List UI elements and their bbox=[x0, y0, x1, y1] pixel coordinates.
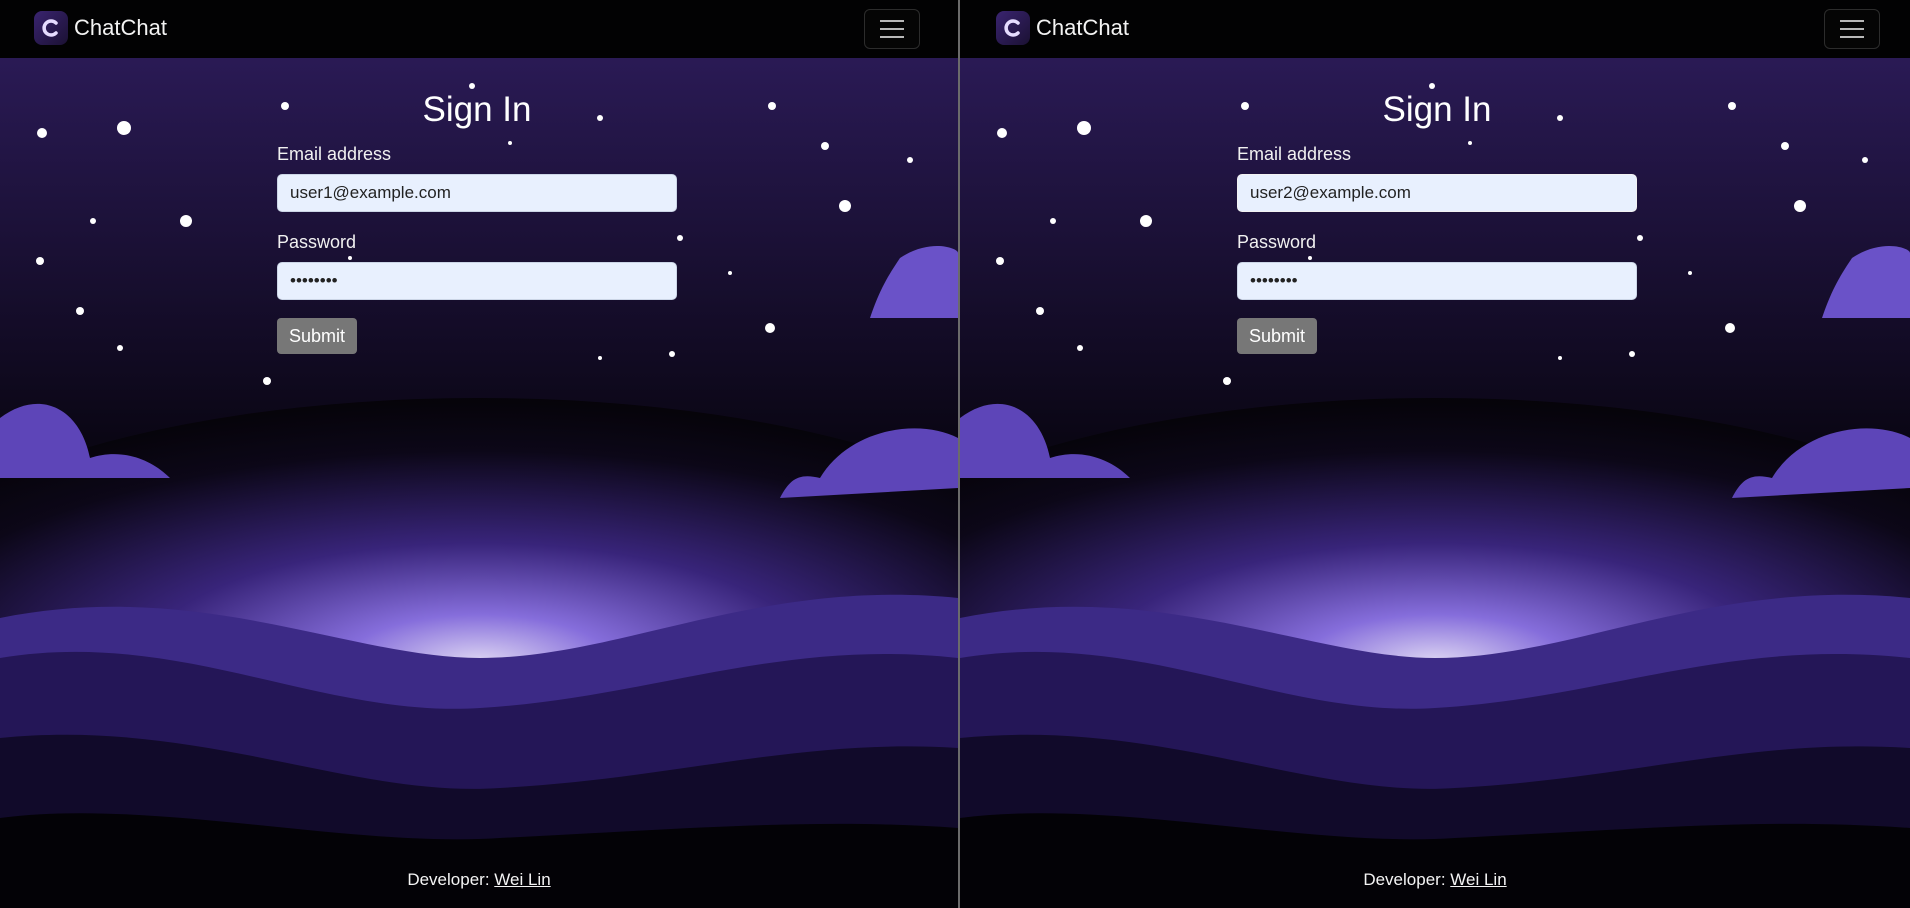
sign-in-form: Sign In Email address user1@example.com … bbox=[277, 88, 677, 354]
submit-button[interactable]: Submit bbox=[277, 318, 358, 354]
sign-in-form: Sign In Email address user2@example.com … bbox=[1237, 88, 1637, 354]
password-field[interactable]: •••••••• bbox=[1237, 262, 1637, 300]
chatchat-logo-icon bbox=[996, 11, 1030, 45]
navbar-toggle-button[interactable] bbox=[864, 9, 920, 49]
chatchat-logo-icon bbox=[34, 11, 68, 45]
top-navbar: ChatChat bbox=[0, 0, 958, 58]
brand-name: ChatChat bbox=[74, 15, 167, 40]
email-field[interactable]: user2@example.com bbox=[1237, 174, 1637, 212]
email-label: Email address bbox=[1237, 144, 1352, 164]
footer-prefix: Developer: bbox=[1363, 870, 1451, 889]
developer-link[interactable]: Wei Lin bbox=[494, 870, 550, 889]
developer-link[interactable]: Wei Lin bbox=[1450, 870, 1506, 889]
top-navbar: ChatChat bbox=[960, 0, 1910, 58]
email-label: Email address bbox=[277, 144, 392, 164]
right-browser-pane: ChatChat Sign In Email address user2@exa… bbox=[958, 0, 1910, 908]
split-screen: ChatChat Sign In Email address user1@exa… bbox=[0, 0, 1910, 908]
brand[interactable]: ChatChat bbox=[34, 10, 167, 46]
brand-name: ChatChat bbox=[1036, 15, 1129, 40]
brand[interactable]: ChatChat bbox=[996, 10, 1129, 46]
page-title: Sign In bbox=[1382, 90, 1492, 129]
hamburger-menu-icon bbox=[880, 20, 904, 22]
page-title: Sign In bbox=[422, 90, 532, 129]
password-field[interactable]: •••••••• bbox=[277, 262, 677, 300]
footer: Developer: Wei Lin bbox=[0, 870, 958, 890]
password-label: Password bbox=[1237, 232, 1317, 252]
navbar-toggle-button[interactable] bbox=[1824, 9, 1880, 49]
footer: Developer: Wei Lin bbox=[960, 870, 1910, 890]
footer-prefix: Developer: bbox=[407, 870, 495, 889]
left-browser-pane: ChatChat Sign In Email address user1@exa… bbox=[0, 0, 958, 908]
hamburger-menu-icon bbox=[1840, 20, 1864, 22]
email-field[interactable]: user1@example.com bbox=[277, 174, 677, 212]
password-label: Password bbox=[277, 232, 357, 252]
submit-button[interactable]: Submit bbox=[1237, 318, 1318, 354]
